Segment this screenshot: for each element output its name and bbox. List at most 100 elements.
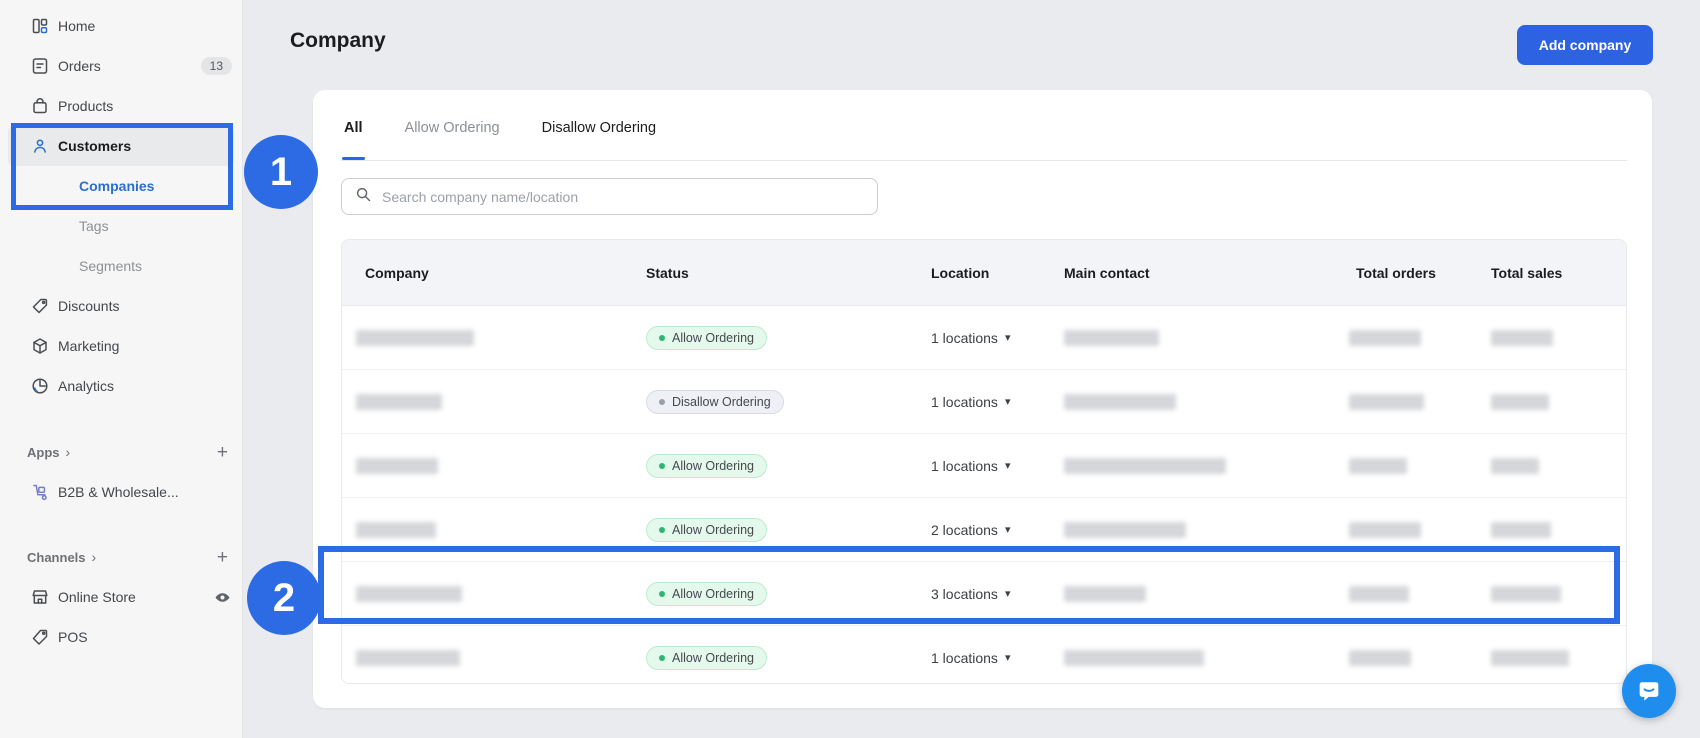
- table-row[interactable]: Disallow Ordering1 locations▾: [342, 369, 1626, 433]
- visibility-eye-icon[interactable]: [213, 588, 232, 607]
- sidebar-section-apps[interactable]: Apps › +: [0, 432, 242, 472]
- sidebar-item-segments[interactable]: Segments: [0, 246, 242, 286]
- chevron-down-icon: ▾: [1005, 395, 1011, 408]
- sidebar-item-online-store[interactable]: Online Store: [0, 577, 242, 617]
- locations-dropdown[interactable]: 1 locations ▾: [931, 650, 1010, 666]
- chevron-down-icon: ▾: [1005, 523, 1011, 536]
- status-dot-icon: [659, 335, 665, 341]
- sidebar-item-label: B2B & Wholesale...: [58, 484, 179, 500]
- status-label: Allow Ordering: [672, 331, 754, 345]
- sidebar-item-label: Tags: [79, 218, 109, 234]
- b2b-icon: [30, 482, 50, 502]
- tab-allow-ordering[interactable]: Allow Ordering: [405, 96, 500, 160]
- search-input[interactable]: [380, 188, 865, 206]
- status-label: Allow Ordering: [672, 651, 754, 665]
- redacted-main-contact: [1064, 394, 1176, 410]
- sidebar-item-b2b-wholesale[interactable]: B2B & Wholesale...: [0, 472, 242, 512]
- column-header-total-sales: Total sales: [1491, 265, 1562, 281]
- chat-bubble-icon: [1635, 677, 1663, 705]
- table-row-highlighted[interactable]: Allow Ordering 3 locations▾: [342, 561, 1626, 625]
- marketing-icon: [30, 336, 50, 356]
- sidebar-item-marketing[interactable]: Marketing: [0, 326, 242, 366]
- products-icon: [30, 96, 50, 116]
- tab-disallow-ordering[interactable]: Disallow Ordering: [542, 96, 656, 160]
- redacted-company-name: [356, 586, 462, 602]
- chevron-right-icon: ›: [66, 444, 71, 460]
- table-row[interactable]: Allow Ordering 1 locations ▾: [342, 306, 1626, 369]
- table-row[interactable]: Allow Ordering 2 locations ▾: [342, 497, 1626, 561]
- add-company-button[interactable]: Add company: [1517, 25, 1653, 65]
- add-app-button[interactable]: +: [217, 443, 228, 462]
- redacted-total-orders: [1349, 394, 1424, 410]
- section-label: Apps: [27, 445, 60, 460]
- chevron-down-icon: ▾: [1005, 651, 1011, 664]
- sidebar-item-label: Marketing: [58, 338, 119, 354]
- company-card: All Allow Ordering Disallow Ordering Compa…: [313, 90, 1652, 708]
- sidebar-item-label: Segments: [79, 258, 142, 274]
- column-header-company: Company: [365, 265, 429, 281]
- sidebar-item-customers[interactable]: Customers: [8, 126, 234, 166]
- table-row[interactable]: Allow Ordering 1 locations ▾: [342, 625, 1626, 684]
- add-channel-button[interactable]: +: [217, 548, 228, 567]
- locations-label: 1 locations: [931, 394, 998, 410]
- page-title: Company: [290, 29, 386, 53]
- locations-label: 1 locations: [931, 330, 998, 346]
- column-header-total-orders: Total orders: [1356, 265, 1436, 281]
- search-icon: [354, 185, 372, 208]
- locations-dropdown[interactable]: 3 locations▾: [931, 586, 1010, 602]
- table-row[interactable]: Allow Ordering1 locations▾: [342, 433, 1626, 497]
- chevron-right-icon: ›: [92, 549, 97, 565]
- app-root: HomeOrders13 Products Customers Companies Ta…: [0, 0, 1700, 738]
- sidebar-item-label: Analytics: [58, 378, 114, 394]
- status-label: Allow Ordering: [672, 523, 754, 537]
- annotation-step-2: 2: [247, 561, 321, 635]
- sidebar-item-label: Discounts: [58, 298, 119, 314]
- column-header-location: Location: [931, 265, 989, 281]
- chevron-down-icon: ▾: [1005, 459, 1011, 472]
- status-label: Allow Ordering: [672, 587, 754, 601]
- locations-label: 1 locations: [931, 650, 998, 666]
- sidebar-item-companies[interactable]: Companies: [0, 166, 242, 206]
- status-dot-icon: [659, 591, 665, 597]
- sidebar-item-orders[interactable]: Orders13: [0, 46, 242, 86]
- chat-launcher-button[interactable]: [1622, 664, 1676, 718]
- locations-dropdown[interactable]: 1 locations ▾: [931, 394, 1010, 410]
- discounts-icon: [30, 296, 50, 316]
- sidebar-item-label: Companies: [79, 178, 154, 194]
- sidebar-item-tags[interactable]: Tags: [0, 206, 242, 246]
- sidebar-item-home[interactable]: Home: [0, 6, 242, 46]
- column-header-status: Status: [646, 265, 689, 281]
- locations-label: 3 locations: [931, 586, 998, 602]
- redacted-company-name: [356, 522, 436, 538]
- locations-dropdown[interactable]: 2 locations ▾: [931, 522, 1010, 538]
- tab-all[interactable]: All: [344, 96, 363, 160]
- company-search[interactable]: [341, 178, 878, 215]
- chevron-down-icon: ▾: [1005, 331, 1011, 344]
- redacted-main-contact: [1064, 650, 1204, 666]
- redacted-total-sales: [1491, 458, 1539, 474]
- status-dot-icon: [659, 655, 665, 661]
- locations-label: 1 locations: [931, 458, 998, 474]
- redacted-total-orders: [1349, 522, 1421, 538]
- status-badge: Allow Ordering: [646, 326, 767, 350]
- sidebar-item-analytics[interactable]: Analytics: [0, 366, 242, 406]
- sidebar: HomeOrders13 Products Customers Companies Ta…: [0, 0, 243, 738]
- sidebar-item-pos[interactable]: POS: [0, 617, 242, 657]
- redacted-company-name: [356, 394, 442, 410]
- sidebar-item-discounts[interactable]: Discounts: [0, 286, 242, 326]
- customers-icon: [30, 136, 50, 156]
- locations-dropdown[interactable]: 1 locations ▾: [931, 458, 1010, 474]
- table-header-row: Company Status Location Main contact Total o…: [342, 240, 1626, 306]
- orders-icon: [30, 56, 50, 76]
- sidebar-section-channels[interactable]: Channels›+: [0, 537, 242, 577]
- redacted-main-contact: [1064, 458, 1226, 474]
- locations-label: 2 locations: [931, 522, 998, 538]
- locations-dropdown[interactable]: 1 locations ▾: [931, 330, 1010, 346]
- status-dot-icon: [659, 527, 665, 533]
- sidebar-item-label: Products: [58, 98, 113, 114]
- home-icon: [30, 16, 50, 36]
- column-header-main-contact: Main contact: [1064, 265, 1150, 281]
- sidebar-item-products[interactable]: Products: [0, 86, 242, 126]
- companies-table: Company Status Location Main contact Total o…: [341, 239, 1627, 684]
- store-icon: [30, 587, 50, 607]
